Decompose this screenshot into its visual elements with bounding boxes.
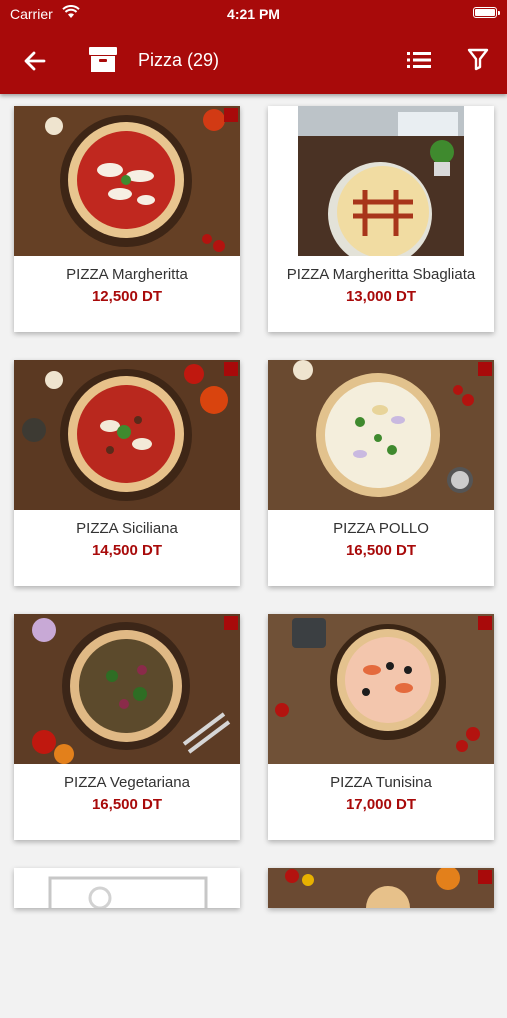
product-card[interactable] (268, 868, 494, 908)
product-name: PIZZA Siciliana (76, 520, 178, 537)
product-name: PIZZA Margheritta (66, 266, 188, 283)
back-arrow-icon[interactable] (22, 48, 48, 74)
product-price: 16,500 DT (91, 796, 163, 813)
filter-icon[interactable] (467, 47, 489, 71)
product-price: 16,500 DT (345, 542, 417, 559)
product-image (14, 614, 240, 764)
battery-icon (473, 7, 500, 18)
product-image (14, 106, 240, 256)
product-name: PIZZA Tunisina (330, 774, 432, 791)
status-bar: Carrier 4:21 PM (0, 0, 507, 28)
app-bar: Pizza (29) (0, 28, 507, 94)
product-price: 17,000 DT (345, 796, 417, 813)
product-image (14, 360, 240, 510)
product-image-placeholder (14, 868, 240, 1018)
app-header: Carrier 4:21 PM Pizza (29) (0, 0, 507, 94)
product-price: 13,000 DT (345, 288, 417, 305)
page-title: Pizza (29) (138, 50, 220, 70)
product-card[interactable]: PIZZA Vegetariana 16,500 DT (14, 614, 240, 840)
list-view-icon[interactable] (406, 49, 432, 71)
product-image (268, 360, 494, 510)
product-card[interactable]: PIZZA Margheritta Sbagliata 13,000 DT (268, 106, 494, 332)
product-name: PIZZA Margheritta Sbagliata (286, 266, 476, 283)
product-price: 14,500 DT (91, 542, 163, 559)
product-image (268, 614, 494, 764)
product-image (268, 868, 494, 1018)
status-time: 4:21 PM (227, 6, 280, 22)
product-card[interactable]: PIZZA POLLO 16,500 DT (268, 360, 494, 586)
product-price: 12,500 DT (91, 288, 163, 305)
product-card[interactable]: PIZZA Siciliana 14,500 DT (14, 360, 240, 586)
product-card[interactable] (14, 868, 240, 908)
product-name: PIZZA POLLO (333, 520, 429, 537)
product-image (268, 106, 494, 256)
product-card[interactable]: PIZZA Tunisina 17,000 DT (268, 614, 494, 840)
product-card[interactable]: PIZZA Margheritta 12,500 DT (14, 106, 240, 332)
product-name: PIZZA Vegetariana (64, 774, 190, 791)
box-icon (89, 47, 117, 72)
